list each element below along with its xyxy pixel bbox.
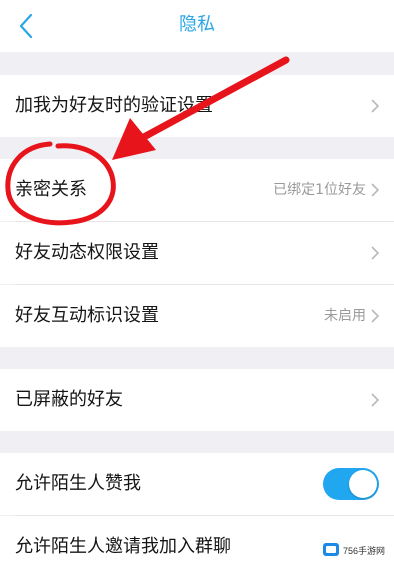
row-label: 允许陌生人赞我 [15, 473, 141, 494]
row-label: 加我为好友时的验证设置 [15, 95, 213, 116]
toggle-knob [349, 470, 377, 498]
watermark-text: 756手游网 [343, 545, 386, 556]
page-title: 隐私 [179, 14, 215, 35]
stranger-likes-toggle[interactable] [323, 468, 379, 500]
row-label: 亲密关系 [15, 179, 87, 200]
row-label: 允许陌生人邀请我加入群聊 [15, 536, 231, 557]
row-label: 好友互动标识设置 [15, 305, 159, 326]
row-value: 未启用 [324, 308, 366, 324]
row-blocked-friends[interactable]: 已屏蔽的好友 [0, 369, 394, 431]
row-interaction-badge[interactable]: 好友互动标识设置 未启用 [0, 285, 394, 347]
watermark-logo-icon [323, 543, 339, 556]
row-moments-permission[interactable]: 好友动态权限设置 [0, 222, 394, 284]
row-label: 已屏蔽的好友 [15, 389, 123, 410]
watermark: 756手游网 [322, 539, 390, 561]
row-friend-verification[interactable]: 加我为好友时的验证设置 [0, 75, 394, 137]
chevron-right-icon [371, 99, 380, 113]
chevron-right-icon [371, 246, 380, 260]
row-intimate-relationship[interactable]: 亲密关系 已绑定1位好友 [0, 159, 394, 221]
chevron-right-icon [371, 183, 380, 197]
row-stranger-likes: 允许陌生人赞我 [0, 453, 394, 515]
chevron-right-icon [371, 309, 380, 323]
nav-bar: 隐私 [0, 0, 394, 52]
row-value: 已绑定1位好友 [273, 182, 366, 198]
chevron-right-icon [371, 393, 380, 407]
row-label: 好友动态权限设置 [15, 242, 159, 263]
